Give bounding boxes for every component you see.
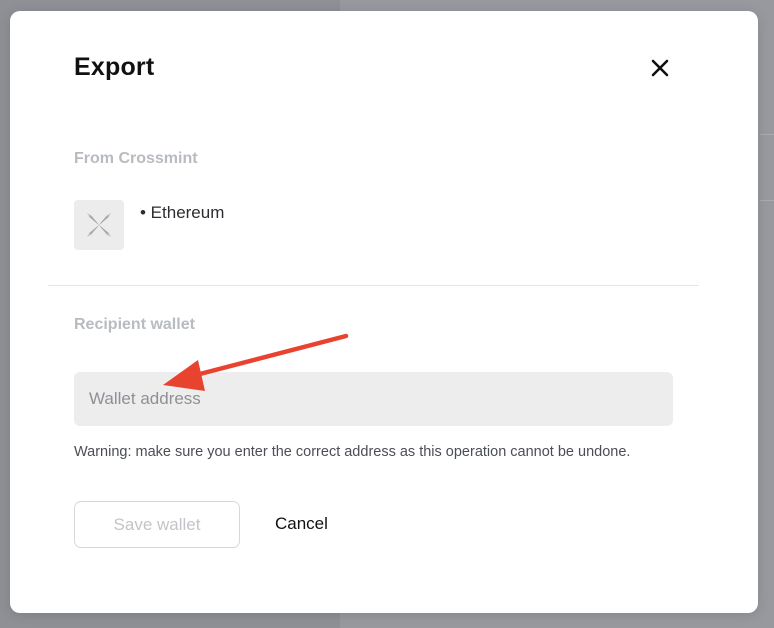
from-section-label: From Crossmint (74, 150, 198, 167)
recipient-section-label: Recipient wallet (74, 316, 195, 333)
export-modal: Export From Crossmint • Ethereum Recipie… (10, 11, 758, 613)
warning-text: Warning: make sure you enter the correct… (74, 444, 631, 460)
save-wallet-button[interactable]: Save wallet (74, 501, 240, 548)
token-thumbnail (74, 200, 124, 250)
close-icon (651, 59, 669, 77)
close-button[interactable] (648, 56, 672, 80)
crossmint-logo-icon (87, 213, 111, 237)
wallet-address-input[interactable] (74, 372, 673, 426)
chain-name: • Ethereum (140, 203, 225, 222)
section-divider (48, 285, 699, 286)
background-divider (760, 200, 774, 201)
modal-title: Export (74, 53, 155, 81)
background-divider (760, 134, 774, 135)
cancel-button[interactable]: Cancel (275, 514, 328, 534)
